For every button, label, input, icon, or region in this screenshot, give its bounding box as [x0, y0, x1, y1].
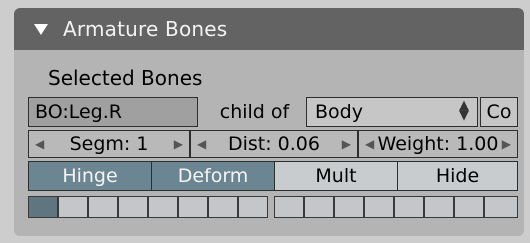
connect-button[interactable]: Co	[480, 97, 518, 127]
weight-label: Weight: 1.00	[377, 133, 499, 155]
dist-label: Dist: 0.06	[227, 133, 320, 155]
collapse-triangle-icon[interactable]	[34, 23, 48, 35]
increment-arrow-icon[interactable]: ▶	[342, 131, 351, 157]
layer-button-16[interactable]	[484, 196, 518, 218]
increment-arrow-icon[interactable]: ▶	[174, 131, 183, 157]
child-of-label-box: child of	[202, 97, 307, 127]
dist-field[interactable]: ◀ Dist: 0.06 ▶	[190, 130, 358, 158]
layer-button-1[interactable]	[28, 196, 58, 218]
segm-field[interactable]: ◀ Segm: 1 ▶	[28, 130, 190, 158]
parent-bone-value: Body	[315, 101, 363, 123]
layer-button-5[interactable]	[148, 196, 178, 218]
segm-label: Segm: 1	[69, 133, 149, 155]
layer-button-6[interactable]	[178, 196, 208, 218]
layer-button-15[interactable]	[454, 196, 484, 218]
layer-button-14[interactable]	[424, 196, 454, 218]
selected-bones-label: Selected Bones	[48, 66, 203, 90]
layer-button-8[interactable]	[238, 196, 268, 218]
layer-button-10[interactable]	[304, 196, 334, 218]
layer-button-3[interactable]	[88, 196, 118, 218]
hinge-toggle-label: Hinge	[62, 165, 118, 187]
mult-toggle[interactable]: Mult	[274, 161, 398, 191]
layer-button-11[interactable]	[334, 196, 364, 218]
hide-toggle[interactable]: Hide	[397, 161, 518, 191]
layer-button-2[interactable]	[58, 196, 88, 218]
armature-bones-panel: Armature Bones Selected Bones BO:Leg.R c…	[14, 8, 524, 236]
panel-title: Armature Bones	[63, 17, 228, 41]
menu-updown-icon: ▲ ▼	[459, 98, 469, 123]
bone-name-text: BO:Leg.R	[35, 101, 122, 123]
parent-bone-menu[interactable]: Body ▲ ▼	[306, 97, 478, 127]
layer-button-12[interactable]	[364, 196, 394, 218]
layer-button-4[interactable]	[118, 196, 148, 218]
layer-button-7[interactable]	[208, 196, 238, 218]
decrement-arrow-icon[interactable]: ◀	[197, 131, 206, 157]
layer-button-13[interactable]	[394, 196, 424, 218]
mult-toggle-label: Mult	[315, 165, 357, 187]
decrement-arrow-icon[interactable]: ◀	[365, 131, 374, 157]
hide-toggle-label: Hide	[435, 165, 480, 187]
connect-button-label: Co	[486, 101, 512, 123]
deform-toggle[interactable]: Deform	[151, 161, 275, 191]
increment-arrow-icon[interactable]: ▶	[502, 131, 511, 157]
deform-toggle-label: Deform	[177, 165, 249, 187]
hinge-toggle[interactable]: Hinge	[28, 161, 152, 191]
weight-field[interactable]: ◀ Weight: 1.00 ▶	[358, 130, 518, 158]
decrement-arrow-icon[interactable]: ◀	[35, 131, 44, 157]
child-of-label: child of	[219, 101, 290, 123]
panel-header[interactable]: Armature Bones	[14, 8, 524, 50]
bone-name-field[interactable]: BO:Leg.R	[28, 97, 198, 127]
layer-button-9[interactable]	[274, 196, 304, 218]
